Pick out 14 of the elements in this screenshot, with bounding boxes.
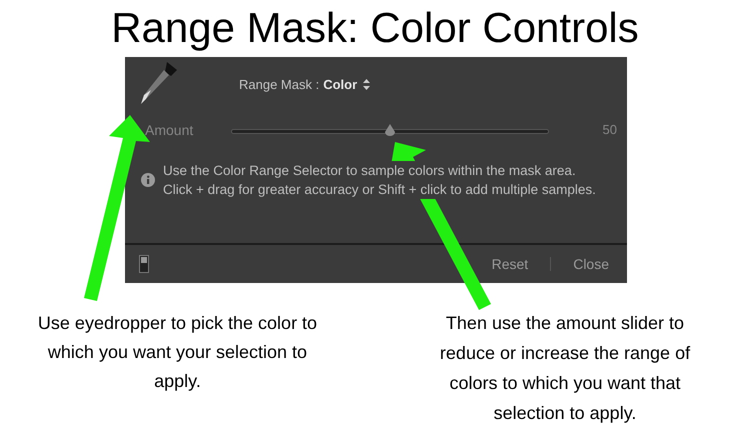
eyedropper-caption: Use eyedropper to pick the color to which you want your selection to apply. xyxy=(36,312,318,393)
info-icon xyxy=(141,173,155,187)
toggle-switch-icon[interactable] xyxy=(139,255,149,273)
close-button[interactable]: Close xyxy=(573,254,609,274)
slider-caption: Then use the amount slider to reduce or increase the range of colors to which you want that selection to apply. xyxy=(438,312,692,425)
amount-slider-track[interactable] xyxy=(231,123,549,137)
amount-value: 50 xyxy=(602,121,617,140)
slider-thumb[interactable] xyxy=(384,124,396,136)
up-down-caret-icon xyxy=(363,79,370,90)
amount-label: Amount xyxy=(145,120,194,140)
reset-button[interactable]: Reset xyxy=(492,254,528,274)
mask-type-dropdown[interactable]: Color xyxy=(323,75,370,94)
slide-title: Range Mask: Color Controls xyxy=(111,3,639,53)
range-mask-label: Range Mask : xyxy=(239,76,320,94)
